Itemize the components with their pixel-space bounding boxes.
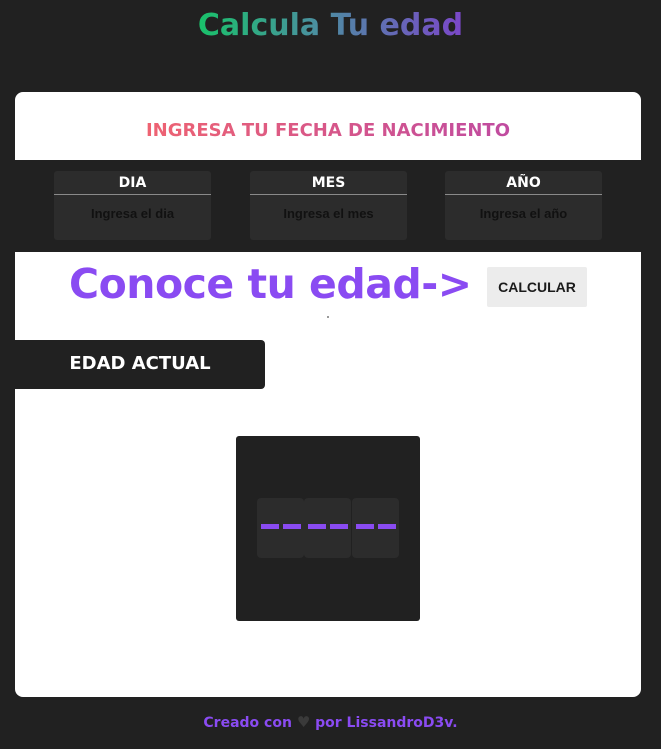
current-age-tab: EDAD ACTUAL bbox=[15, 340, 265, 389]
form-heading: INGRESA TU FECHA DE NACIMIENTO bbox=[15, 120, 641, 141]
month-field: MES bbox=[250, 171, 407, 240]
day-input[interactable] bbox=[54, 206, 211, 221]
form-heading-text: INGRESA TU FECHA DE NACIMIENTO bbox=[145, 120, 511, 141]
app-title-text: Calcula Tu edad bbox=[197, 8, 464, 43]
day-field: DIA bbox=[54, 171, 211, 240]
footer: Creado con ♥ por LissandroD3v. bbox=[0, 713, 661, 731]
year-input[interactable] bbox=[445, 206, 602, 221]
years-value bbox=[257, 524, 304, 529]
age-result-box bbox=[236, 436, 420, 621]
days-value bbox=[352, 524, 399, 529]
month-input[interactable] bbox=[250, 206, 407, 221]
month-label: MES bbox=[250, 171, 407, 195]
year-label: AÑO bbox=[445, 171, 602, 195]
heart-icon: ♥ bbox=[296, 713, 311, 731]
day-label: DIA bbox=[54, 171, 211, 195]
app-title: Calcula Tu edad bbox=[0, 8, 661, 43]
calculate-button[interactable]: CALCULAR bbox=[487, 267, 587, 307]
footer-prefix: Creado con bbox=[203, 715, 292, 731]
footer-author: por LissandroD3v. bbox=[315, 715, 458, 731]
months-value bbox=[304, 524, 351, 529]
calculator-card: INGRESA TU FECHA DE NACIMIENTO DIA MES A… bbox=[15, 92, 641, 697]
months-digit-box bbox=[304, 498, 351, 558]
year-field: AÑO bbox=[445, 171, 602, 240]
days-digit-box bbox=[352, 498, 399, 558]
date-input-band: DIA MES AÑO bbox=[15, 160, 641, 252]
decorative-dot bbox=[327, 316, 329, 318]
cta-text: Conoce tu edad-> bbox=[69, 260, 472, 308]
years-digit-box bbox=[257, 498, 304, 558]
